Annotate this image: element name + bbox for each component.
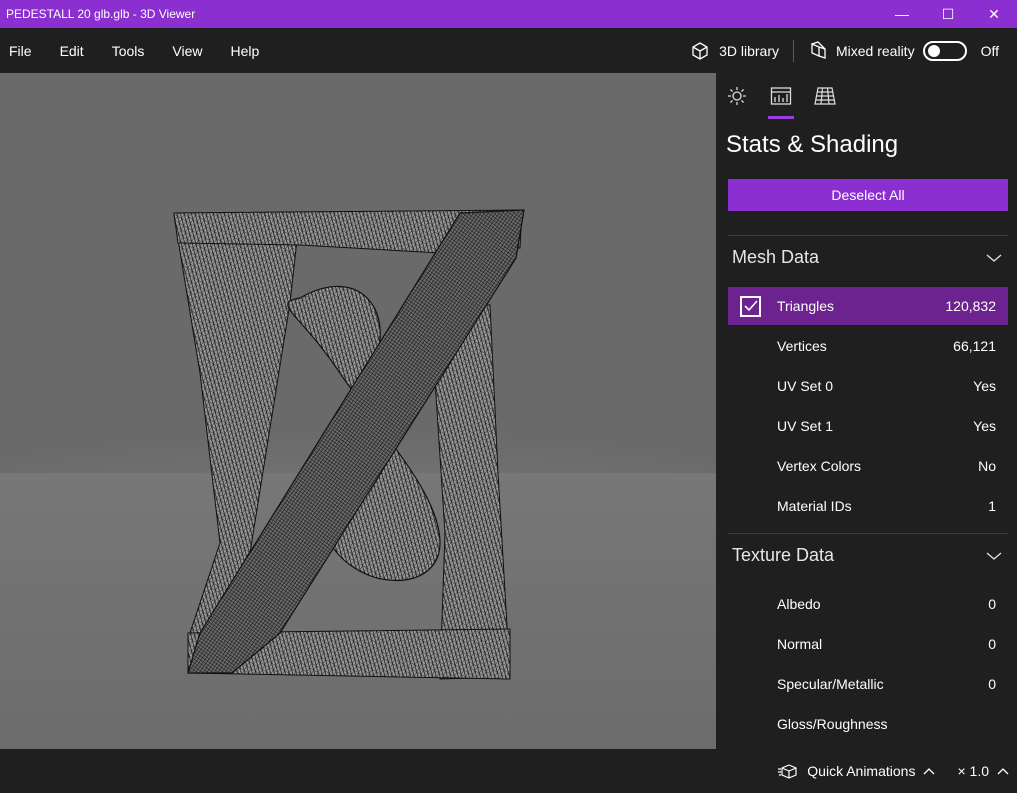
mesh-row-uv-set-1[interactable]: UV Set 1 Yes: [728, 407, 1008, 445]
mesh-row-label: UV Set 1: [777, 418, 834, 434]
mesh-row-label: Triangles: [777, 298, 835, 314]
menu-bar: File Edit Tools View Help 3D library Mix…: [0, 28, 1017, 73]
mesh-data-header[interactable]: Mesh Data: [732, 247, 1002, 268]
mesh-row-label: Vertices: [777, 338, 827, 354]
check-icon: [743, 300, 758, 312]
minimize-button[interactable]: —: [879, 0, 925, 28]
texture-data-title: Texture Data: [732, 545, 835, 565]
mixed-reality-state: Off: [980, 42, 999, 59]
cube-icon: [692, 41, 708, 60]
menu-divider: [792, 39, 794, 62]
mesh-row-uv-set-0[interactable]: UV Set 0 Yes: [728, 367, 1008, 405]
mesh-data-title: Mesh Data: [732, 247, 820, 267]
chevron-up-icon: [997, 768, 1009, 775]
checkbox-checked[interactable]: [740, 295, 761, 317]
texture-data-header[interactable]: Texture Data: [732, 545, 1002, 566]
texture-row-normal[interactable]: Normal 0: [728, 625, 1008, 663]
texture-row-value: 0: [988, 596, 996, 612]
menu-tools[interactable]: Tools: [104, 43, 153, 59]
texture-row-label: Albedo: [777, 596, 821, 612]
mesh-row-label: UV Set 0: [777, 378, 834, 394]
pedestal-wireframe-model: [173, 209, 525, 680]
mesh-row-value: 1: [988, 498, 996, 514]
stats-panel: Stats & Shading Deselect All Mesh Data T…: [716, 73, 1017, 749]
texture-row-value: 0: [988, 636, 996, 652]
mesh-row-label: Vertex Colors: [777, 458, 862, 474]
texture-row-albedo[interactable]: Albedo 0: [728, 585, 1008, 623]
3d-library-label: 3D library: [719, 42, 779, 59]
title-bar: PEDESTALL 20 glb.glb - 3D Viewer — ☐ ✕: [0, 0, 1017, 28]
mesh-row-value: Yes: [973, 418, 996, 434]
texture-row-specular-metallic[interactable]: Specular/Metallic 0: [728, 665, 1008, 703]
mixed-reality-icon: [811, 40, 826, 59]
mesh-row-label: Material IDs: [777, 498, 852, 514]
panel-tabs: [726, 85, 836, 119]
quick-animations-label: Quick Animations: [807, 763, 916, 779]
divider: [728, 235, 1008, 236]
menu-file[interactable]: File: [1, 43, 40, 59]
3d-viewport[interactable]: [0, 73, 716, 749]
menu-help[interactable]: Help: [222, 43, 267, 59]
mesh-row-value: 120,832: [945, 298, 996, 314]
mesh-row-triangles[interactable]: Triangles 120,832: [728, 287, 1008, 325]
texture-row-value: 0: [988, 676, 996, 692]
texture-row-label: Normal: [777, 636, 823, 652]
chevron-down-icon: [986, 253, 1002, 262]
close-button[interactable]: ✕: [971, 0, 1017, 28]
bottom-bar: Quick Animations × 1.0: [0, 749, 1017, 793]
menu-edit[interactable]: Edit: [52, 43, 92, 59]
mesh-row-vertices[interactable]: Vertices 66,121: [728, 327, 1008, 365]
panel-title: Stats & Shading: [726, 131, 899, 158]
playback-speed-button[interactable]: × 1.0: [957, 763, 1009, 779]
3d-library-button[interactable]: 3D library: [690, 41, 779, 61]
mesh-row-material-ids[interactable]: Material IDs 1: [728, 487, 1008, 525]
deselect-all-button[interactable]: Deselect All: [728, 179, 1008, 211]
stats-icon: [770, 87, 792, 105]
playback-speed-label: × 1.0: [957, 763, 989, 779]
texture-row-label: Gloss/Roughness: [777, 716, 888, 732]
menu-view[interactable]: View: [164, 43, 210, 59]
window-title: PEDESTALL 20 glb.glb - 3D Viewer: [6, 7, 196, 21]
tab-lighting[interactable]: [726, 85, 748, 107]
divider: [728, 533, 1008, 534]
mixed-reality-toggle[interactable]: [922, 40, 967, 61]
texture-row-label: Specular/Metallic: [777, 676, 884, 692]
sun-icon: [728, 87, 746, 105]
chevron-up-icon: [924, 768, 935, 775]
mesh-row-value: 66,121: [953, 338, 996, 354]
maximize-button[interactable]: ☐: [925, 0, 971, 28]
mixed-reality-label: Mixed reality: [835, 42, 915, 59]
mesh-row-vertex-colors[interactable]: Vertex Colors No: [728, 447, 1008, 485]
mixed-reality-control[interactable]: Mixed reality Off: [808, 40, 999, 61]
mesh-row-value: No: [978, 458, 996, 474]
animation-icon: [778, 764, 797, 779]
quick-animations-button[interactable]: Quick Animations: [777, 763, 935, 779]
tab-stats-shading[interactable]: [768, 85, 794, 119]
grid-icon: [814, 87, 836, 105]
chevron-down-icon: [986, 551, 1002, 560]
mesh-row-value: Yes: [973, 378, 996, 394]
tab-grid[interactable]: [814, 85, 836, 107]
texture-row-gloss-roughness[interactable]: Gloss/Roughness: [728, 705, 1008, 743]
